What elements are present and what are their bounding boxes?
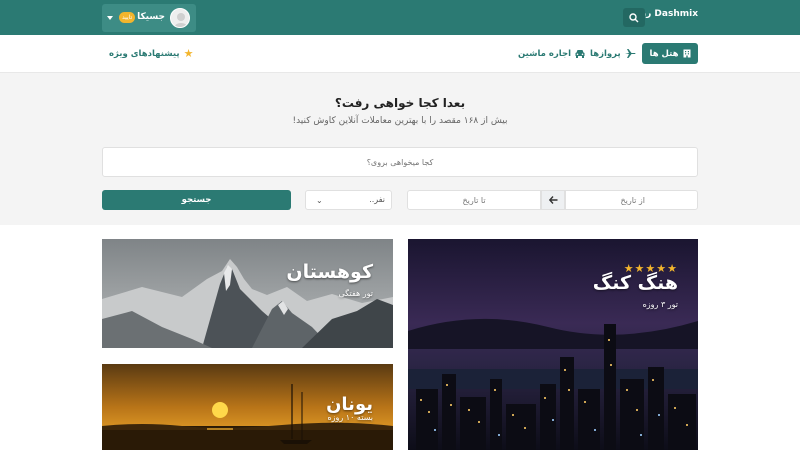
booking-nav: هتل ها پروازها اجاره ماشین ★ پیشنهادهای … bbox=[0, 35, 800, 73]
special-offers-link[interactable]: ★ پیشنهادهای ویژه bbox=[109, 43, 193, 64]
tab-car-rental[interactable]: اجاره ماشین bbox=[518, 43, 585, 64]
car-icon bbox=[575, 50, 585, 58]
destination-input[interactable] bbox=[102, 147, 698, 177]
people-select-value: نفر.. bbox=[369, 195, 385, 204]
date-to-input[interactable] bbox=[407, 190, 541, 210]
chevron-down-icon bbox=[107, 16, 113, 20]
tab-flights-label: پروازها bbox=[590, 48, 621, 59]
destination-card-hong-kong[interactable]: ★★★★★ هنگ کنگ تور ۳ روزه bbox=[408, 239, 698, 450]
top-header: Dashmix رزرو جسیکا تایید bbox=[0, 0, 800, 35]
user-status-badge: تایید bbox=[119, 12, 136, 23]
tab-hotels-label: هتل ها bbox=[649, 48, 679, 59]
card-title: کوهستان bbox=[286, 261, 373, 283]
user-menu-button[interactable]: جسیکا تایید bbox=[102, 4, 196, 32]
arrow-left-icon bbox=[548, 196, 557, 204]
card-title: یونان bbox=[326, 394, 373, 415]
header-search-button[interactable] bbox=[623, 8, 645, 27]
card-subtitle: تور ۳ روزه bbox=[642, 300, 678, 309]
card-subtitle: تور هفتگی bbox=[338, 289, 373, 298]
destination-card-mountain[interactable]: کوهستان تور هفتگی bbox=[102, 239, 393, 348]
destination-card-greece[interactable]: یونان بسته ۱۰ روزه bbox=[102, 364, 393, 450]
star-icon: ★ bbox=[183, 47, 194, 60]
search-hero: بعدا کجا خواهی رفت؟ بیش از ۱۶۸ مقصد را ب… bbox=[0, 73, 800, 225]
chevron-down-icon: ⌄ bbox=[316, 196, 323, 205]
search-button[interactable]: جستجو bbox=[102, 190, 291, 210]
date-from-input[interactable] bbox=[565, 190, 698, 210]
date-range-separator bbox=[541, 190, 565, 210]
page-title: بعدا کجا خواهی رفت؟ bbox=[334, 96, 466, 110]
tab-car-rental-label: اجاره ماشین bbox=[518, 48, 572, 59]
plane-icon bbox=[624, 49, 636, 58]
tab-hotels[interactable]: هتل ها bbox=[642, 43, 698, 64]
page-subtitle: بیش از ۱۶۸ مقصد را با بهترین معاملات آنل… bbox=[292, 116, 508, 126]
card-subtitle: بسته ۱۰ روزه bbox=[327, 413, 373, 422]
people-select[interactable]: نفر.. ⌄ bbox=[305, 190, 392, 210]
avatar bbox=[170, 8, 190, 28]
card-title: هنگ کنگ bbox=[592, 272, 678, 294]
tab-flights[interactable]: پروازها bbox=[590, 43, 636, 64]
special-offers-label: پیشنهادهای ویژه bbox=[109, 48, 180, 59]
search-icon bbox=[629, 12, 639, 22]
user-name: جسیکا bbox=[137, 12, 165, 22]
building-icon bbox=[683, 49, 690, 58]
